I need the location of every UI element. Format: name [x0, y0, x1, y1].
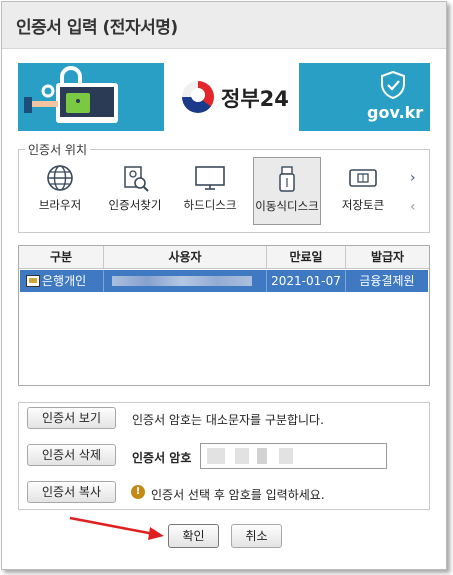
location-token[interactable]: 저장토큰 — [329, 157, 397, 225]
location-cert-search[interactable]: 인증서찾기 — [101, 157, 169, 225]
password-label: 인증서 암호 — [132, 451, 192, 465]
certificate-table: 구분 사용자 만료일 발급자 은행개인 2021-01-07 금융결제원 — [18, 245, 430, 386]
monitor-icon — [195, 166, 225, 190]
certificate-search-icon — [124, 166, 149, 192]
lock-computer-illustration — [18, 63, 158, 131]
location-browser[interactable]: 브라우저 — [26, 157, 94, 225]
password-input[interactable] — [200, 443, 387, 469]
row-type: 은행개인 — [42, 274, 87, 288]
password-hint: 인증서 선택 후 암호를 입력하세요. — [151, 488, 325, 502]
view-certificate-button[interactable]: 인증서 보기 — [27, 407, 116, 429]
location-hard-disk[interactable]: 하드디스크 — [176, 157, 244, 225]
certificate-icon — [26, 275, 40, 287]
copy-certificate-button[interactable]: 인증서 복사 — [27, 481, 116, 503]
dialog-title: 인증서 입력 (전자서명) — [16, 18, 178, 38]
pointer-arrow-annotation — [69, 516, 164, 540]
table-row[interactable]: 은행개인 2021-01-07 금융결제원 — [20, 270, 428, 292]
location-removable-disk[interactable]: 이동식디스크 — [253, 157, 321, 225]
delete-certificate-button[interactable]: 인증서 삭제 — [27, 444, 116, 466]
row-expiry: 2021-01-07 — [271, 274, 341, 288]
row-issuer: 금융결제원 — [359, 274, 415, 288]
gov24-name: 정부24 — [221, 87, 289, 111]
certificate-location-legend: 인증서 위치 — [25, 141, 91, 158]
header-expiry: 만료일 — [267, 246, 346, 269]
gov-kr-domain: gov.kr — [367, 103, 424, 122]
location-hard-disk-label: 하드디스크 — [183, 198, 237, 212]
location-removable-disk-label: 이동식디스크 — [255, 199, 319, 213]
location-cert-search-label: 인증서찾기 — [108, 198, 162, 212]
cancel-button[interactable]: 취소 — [231, 524, 282, 548]
gov24-banner: 정부24 gov.kr — [18, 63, 430, 131]
case-sensitivity-note: 인증서 암호는 대소문자를 구분합니다. — [132, 413, 324, 427]
token-icon — [349, 169, 377, 187]
row-user-masked — [112, 276, 252, 286]
header-issuer: 발급자 — [346, 246, 429, 269]
location-token-label: 저장토큰 — [341, 198, 385, 212]
globe-icon — [47, 165, 73, 191]
ok-button[interactable]: 확인 — [168, 524, 219, 548]
scroll-right-arrow[interactable]: › — [410, 170, 416, 186]
gov24-logo: 정부24 — [164, 63, 299, 131]
location-browser-label: 브라우저 — [38, 198, 82, 212]
header-type: 구분 — [19, 246, 104, 269]
shield-check-icon — [381, 71, 405, 99]
usb-icon — [279, 166, 295, 192]
title-bar: 인증서 입력 (전자서명) — [2, 2, 446, 49]
header-user: 사용자 — [104, 246, 267, 269]
scroll-left-arrow[interactable]: ‹ — [410, 199, 416, 215]
warning-icon: ! — [131, 485, 145, 499]
